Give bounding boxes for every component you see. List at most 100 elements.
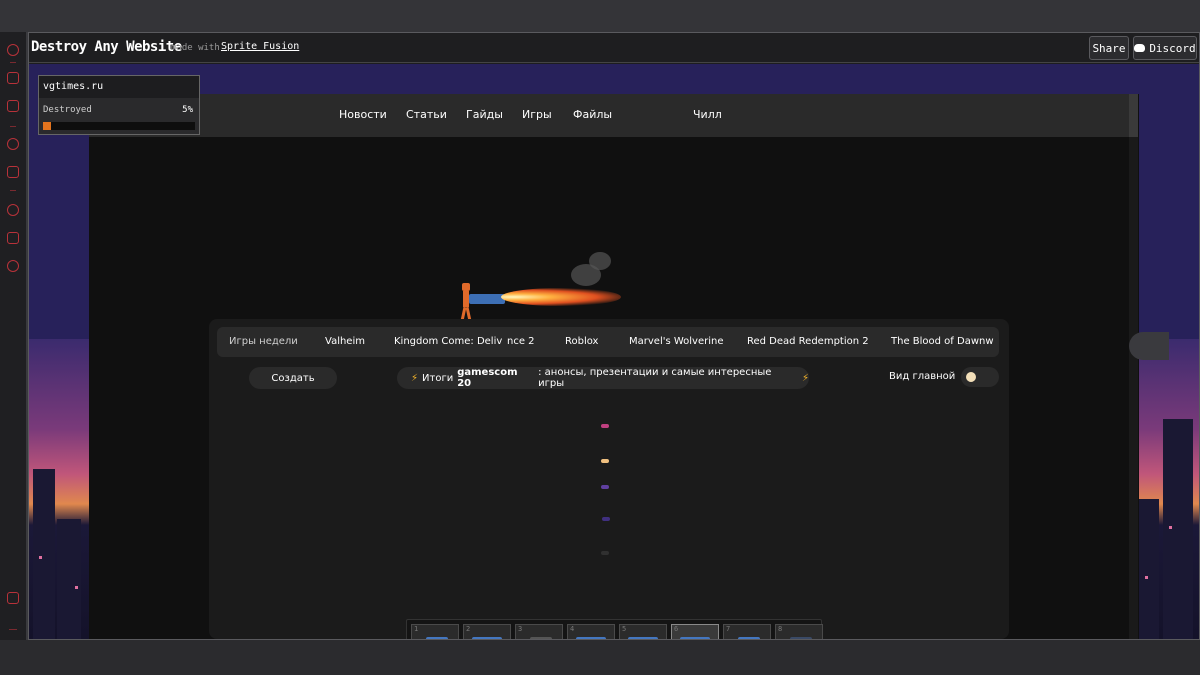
- window-bottom-strip: [0, 640, 1200, 675]
- nav-games[interactable]: Игры: [522, 108, 552, 121]
- debris-particle: [601, 459, 609, 463]
- game-window: Destroy Any Website made with Sprite Fus…: [28, 32, 1200, 640]
- window-top-strip: [0, 0, 1200, 32]
- create-button[interactable]: Создать: [249, 367, 337, 389]
- target-site-name: vgtimes.ru: [43, 81, 104, 92]
- slot-number: 1: [414, 625, 419, 633]
- sprite-fusion-link[interactable]: Sprite Fusion: [221, 41, 299, 52]
- flame-blast: [501, 288, 621, 306]
- weapon-slot[interactable]: 1: [411, 624, 459, 639]
- discord-icon: [1134, 44, 1146, 52]
- destroyed-percent: 5%: [182, 105, 193, 115]
- flamethrower-weapon: [469, 294, 505, 304]
- slot-number: 5: [622, 625, 627, 633]
- building: [1139, 499, 1159, 639]
- more-icon[interactable]: [9, 629, 17, 630]
- debris-particle: [602, 517, 610, 521]
- target-website: Новости Статьи Гайды Игры Файлы Чилл Игр…: [89, 94, 1139, 639]
- bazooka-icon: [576, 637, 606, 639]
- site-scrollbar[interactable]: [1129, 94, 1138, 639]
- promo-bold: gamescom 20: [457, 367, 518, 389]
- weapon-slot[interactable]: 2: [463, 624, 511, 639]
- destroyed-label: Destroyed: [43, 105, 92, 115]
- slot-number: 8: [778, 625, 783, 633]
- building: [1163, 419, 1193, 639]
- cube-icon[interactable]: [7, 232, 19, 244]
- game-tab[interactable]: Valheim: [325, 336, 365, 347]
- city-skyline-right: [1139, 339, 1199, 639]
- destroyed-progress-fill: [43, 122, 51, 130]
- rifle-icon: [530, 637, 552, 639]
- smg-icon: [472, 637, 502, 639]
- nav-news[interactable]: Новости: [339, 108, 387, 121]
- toggle-knob: [966, 372, 976, 382]
- settings-icon[interactable]: [7, 260, 19, 272]
- dashboard-icon[interactable]: [7, 44, 19, 56]
- slot-number: 6: [674, 625, 679, 633]
- site-content-panel: Игры недели Valheim Kingdom Come: Deliv …: [209, 319, 1009, 639]
- window-light: [1169, 526, 1172, 529]
- slot-number: 3: [518, 625, 523, 633]
- player-head: [462, 283, 470, 291]
- nav-articles[interactable]: Статьи: [406, 108, 447, 121]
- nav-files[interactable]: Файлы: [573, 108, 612, 121]
- flamethrower-icon: [680, 637, 710, 639]
- status-lower: Destroyed 5%: [39, 98, 199, 134]
- weapon-slot[interactable]: 4: [567, 624, 615, 639]
- toolbar-divider: [10, 190, 16, 191]
- debris-particle: [601, 485, 609, 489]
- scrollbar-thumb[interactable]: [1129, 94, 1138, 137]
- made-with-text: made with: [171, 43, 220, 53]
- laser-gun-icon: [628, 637, 658, 639]
- slot-number: 7: [726, 625, 731, 633]
- games-of-week-label: Игры недели: [229, 336, 298, 347]
- promo-banner[interactable]: ⚡ Итоги gamescom 20 : анонсы, презентаци…: [397, 367, 809, 389]
- left-toolbar: [0, 32, 26, 640]
- bag-icon[interactable]: [7, 72, 19, 84]
- game-header: Destroy Any Website made with Sprite Fus…: [29, 33, 1199, 63]
- game-tab[interactable]: Marvel's Wolverine: [629, 336, 724, 347]
- weapon-slot[interactable]: 8: [775, 624, 823, 639]
- promo-prefix: Итоги: [422, 372, 454, 384]
- window-light: [1145, 576, 1148, 579]
- toolbar-divider: [10, 126, 16, 127]
- grenade-icon: [790, 637, 812, 639]
- wallet-icon[interactable]: [7, 166, 19, 178]
- game-tab[interactable]: Kingdom Come: Deliv: [394, 336, 502, 347]
- city-skyline-left: [29, 339, 89, 639]
- nav-guides[interactable]: Гайды: [466, 108, 503, 121]
- weapon-slot[interactable]: 5: [619, 624, 667, 639]
- promo-rest: : анонсы, презентации и самые интересные…: [538, 367, 772, 389]
- window-light: [39, 556, 42, 559]
- weapon-hotbar: 1 2 3 4 5 6 7 8: [406, 619, 823, 639]
- destroy-status-panel: vgtimes.ru Destroyed 5%: [38, 75, 200, 135]
- weapon-slot-active[interactable]: 6: [671, 624, 719, 639]
- game-tab[interactable]: Red Dead Redemption 2: [747, 336, 869, 347]
- game-canvas[interactable]: Новости Статьи Гайды Игры Файлы Чилл Игр…: [29, 64, 1199, 639]
- game-tab[interactable]: Roblox: [565, 336, 598, 347]
- play-icon[interactable]: [7, 138, 19, 150]
- page-title: Destroy Any Website: [31, 39, 182, 55]
- instagram-icon[interactable]: [7, 100, 19, 112]
- toolbar-divider: [10, 62, 16, 63]
- share-button[interactable]: Share: [1089, 36, 1129, 60]
- weapon-slot[interactable]: 3: [515, 624, 563, 639]
- lightning-icon: ⚡: [801, 372, 809, 384]
- weapon-slot[interactable]: 7: [723, 624, 771, 639]
- debris-particle: [601, 424, 609, 428]
- discord-label: Discord: [1149, 41, 1196, 55]
- clock-icon[interactable]: [7, 204, 19, 216]
- slot-number: 2: [466, 625, 471, 633]
- slot-number: 4: [570, 625, 575, 633]
- game-tab[interactable]: The Blood of Dawnw: [891, 336, 994, 347]
- destroyed-progress-bar: [43, 122, 195, 130]
- view-mode-label: Вид главной: [889, 371, 956, 382]
- building: [33, 469, 55, 639]
- nav-chill[interactable]: Чилл: [693, 108, 722, 121]
- game-tab[interactable]: nce 2: [507, 336, 535, 347]
- debris-particle: [601, 551, 609, 555]
- gallery-icon[interactable]: [7, 592, 19, 604]
- side-handle[interactable]: [1129, 332, 1169, 360]
- view-mode-toggle[interactable]: [961, 367, 999, 387]
- discord-button[interactable]: Discord: [1133, 36, 1197, 60]
